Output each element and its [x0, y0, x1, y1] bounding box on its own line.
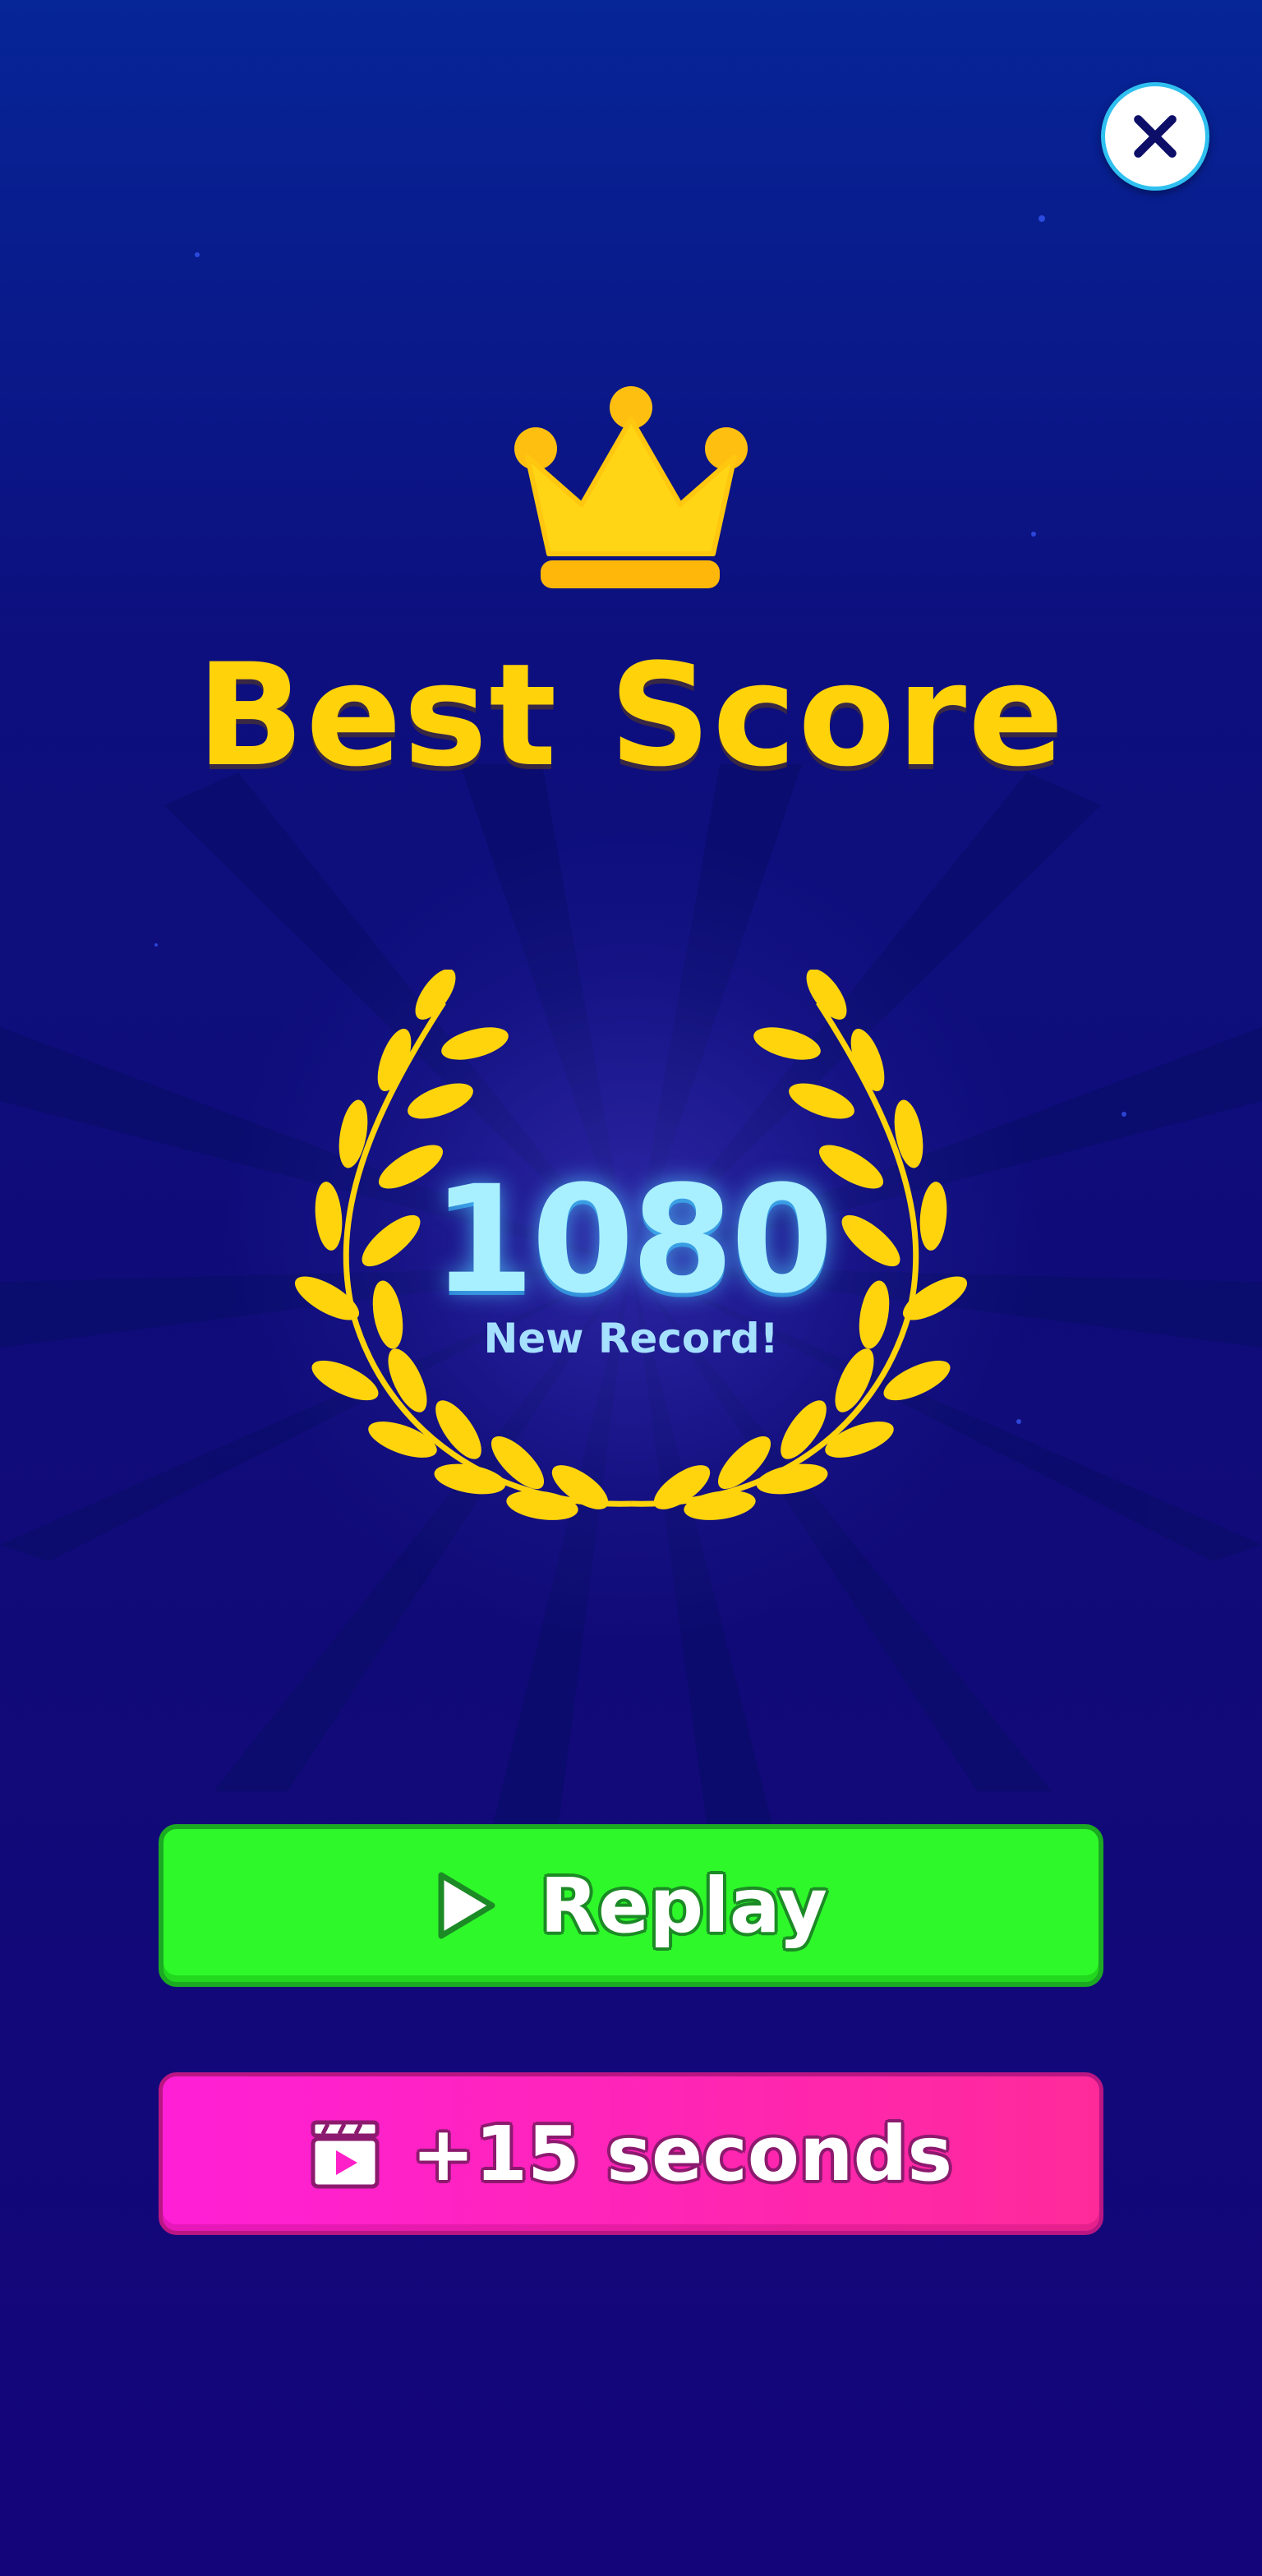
add-time-label: +15 seconds — [411, 2109, 953, 2198]
new-record-label: New Record! — [483, 1315, 779, 1362]
play-icon — [438, 1872, 495, 1939]
score-value: 1080 — [431, 1154, 834, 1326]
crown-icon — [514, 386, 748, 588]
close-icon — [1134, 115, 1177, 158]
close-button[interactable] — [1101, 82, 1209, 191]
replay-label: Replay — [540, 1861, 827, 1950]
add-time-button[interactable]: +15 seconds — [159, 2072, 1103, 2235]
dialog-title: Best Score — [196, 633, 1066, 798]
video-clapper-icon — [311, 2120, 380, 2189]
replay-button[interactable]: Replay — [159, 1824, 1103, 1987]
